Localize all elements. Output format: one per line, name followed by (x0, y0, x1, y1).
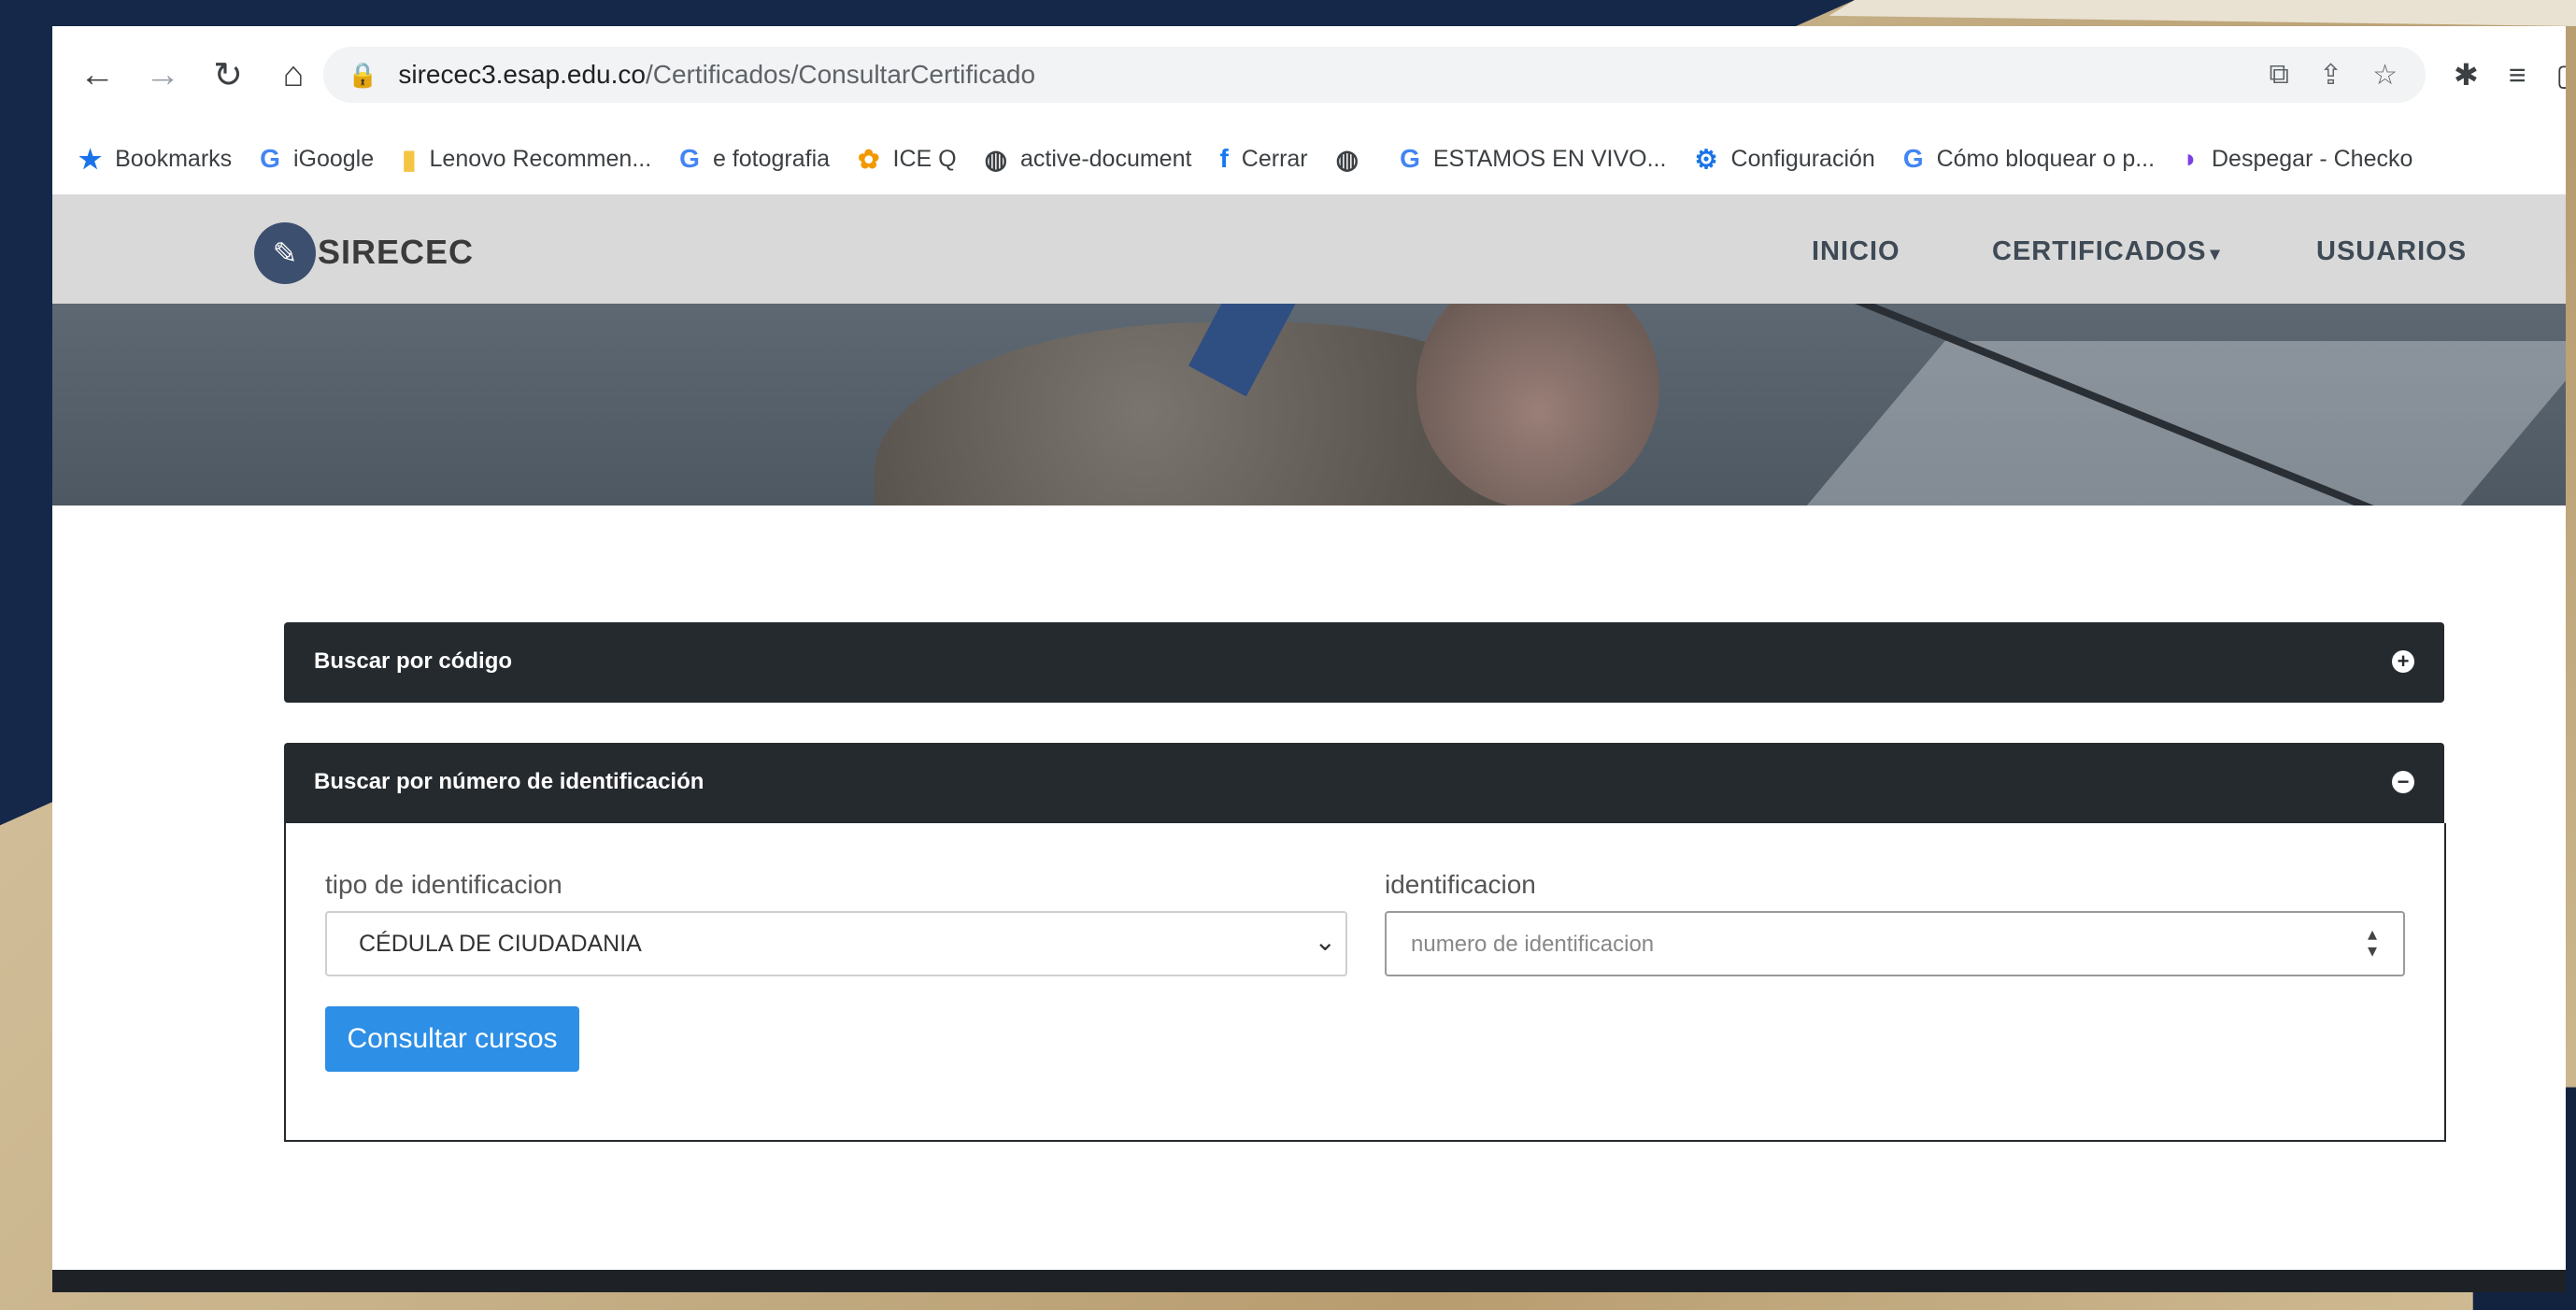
panel-buscar-codigo-header[interactable]: Buscar por código + (284, 622, 2444, 703)
star-icon: ★ (78, 144, 103, 174)
bookmarks-bar: ★ Bookmarks GiGoogle ▮ Lenovo Recommen... … (52, 123, 2566, 195)
panel-title: Buscar por número de identificación (314, 769, 704, 794)
site-header: ✎ SIRECEC INICIO CERTIFICADOS ▾ USUARIOS (52, 195, 2566, 304)
identificacion-label: identificacion (1385, 870, 1536, 899)
despegar-icon: ◗ (2183, 144, 2199, 173)
identificacion-input[interactable]: numero de identificacion ▴ ▾ (1385, 911, 2405, 976)
folder-icon: ▮ (402, 144, 417, 174)
bookmark-item[interactable]: Ge fotografia (679, 144, 830, 174)
address-bar-actions: ⧉ ⇪ ☆ (2270, 47, 2398, 103)
hero-paper (1803, 341, 2566, 505)
nav-usuarios[interactable]: USUARIOS (2316, 236, 2467, 267)
input-placeholder: numero de identificacion (1411, 932, 1655, 957)
consultar-cursos-button[interactable]: Consultar cursos (325, 1006, 579, 1072)
forward-icon[interactable]: → (136, 49, 189, 101)
url-text: sirecec3.esap.edu.co/Certificados/Consul… (398, 60, 1036, 89)
panel-buscar-identificacion-header[interactable]: Buscar por número de identificación − (284, 743, 2444, 823)
bookmark-item[interactable]: ◍ active-document (985, 144, 1192, 175)
tipo-identificacion-label: tipo de identificacion (325, 870, 562, 899)
lock-icon: 🔒 (348, 60, 378, 89)
flower-icon: ✿ (858, 144, 880, 174)
chevron-down-icon: ⌄ (1314, 927, 1336, 956)
nav-inicio[interactable]: INICIO (1812, 236, 1900, 267)
reload-icon[interactable]: ↻ (202, 49, 254, 101)
select-value: CÉDULA DE CIUDADANIA (359, 931, 642, 957)
bookmark-item[interactable]: ◗ Despegar - Checko (2183, 144, 2412, 174)
bookmark-item[interactable]: GiGoogle (260, 144, 374, 174)
panel-buscar-identificacion-body: tipo de identificacion identificacion CÉ… (284, 823, 2446, 1142)
site-logo[interactable]: SIRECEC (318, 233, 474, 272)
reading-list-icon[interactable]: ≡ (2509, 58, 2526, 93)
panel-title: Buscar por código (314, 648, 513, 674)
hero-face (1416, 304, 1659, 505)
minus-circle-icon[interactable]: − (2392, 771, 2414, 793)
main-content: Buscar por código + Buscar por número de… (52, 505, 2566, 1292)
google-icon: G (260, 144, 280, 173)
globe-icon: ◍ (984, 144, 1008, 174)
back-icon[interactable]: ← (71, 49, 123, 101)
tipo-identificacion-select[interactable]: CÉDULA DE CIUDADANIA ⌄ (325, 911, 1347, 976)
share-icon[interactable]: ⇪ (2319, 59, 2342, 92)
spinner-icon[interactable]: ▴ ▾ (2368, 925, 2377, 961)
bookmark-item[interactable]: ✿ ICE Q (858, 144, 957, 175)
hero-image (52, 304, 2566, 505)
bookmark-item[interactable]: ◍ (1336, 144, 1372, 175)
google-icon: G (1400, 144, 1420, 173)
plus-circle-icon[interactable]: + (2392, 650, 2414, 673)
side-panel-icon[interactable]: ▢ (2555, 57, 2566, 93)
gear-icon: ⚙ (1694, 144, 1718, 174)
translate-icon[interactable]: ⧉ (2270, 59, 2289, 91)
toolbar-right-icons: ✱ ≡ ▢ (2454, 47, 2566, 103)
nav-certificados[interactable]: CERTIFICADOS ▾ (1992, 236, 2221, 267)
browser-toolbar: ← → ↻ ⌂ 🔒 sirecec3.esap.edu.co/Certifica… (52, 26, 2566, 123)
google-icon: G (679, 144, 700, 173)
address-bar[interactable]: 🔒 sirecec3.esap.edu.co/Certificados/Cons… (323, 47, 2426, 103)
google-icon: G (1902, 144, 1924, 173)
extensions-icon[interactable]: ✱ (2454, 57, 2479, 93)
bookmark-item[interactable]: G ESTAMOS EN VIVO... (1400, 144, 1666, 174)
bookmark-item[interactable]: G Cómo bloquear o p... (1903, 144, 2155, 174)
pencil-icon[interactable]: ✎ (254, 222, 316, 284)
facebook-icon: f (1219, 144, 1229, 173)
bookmark-item[interactable]: ▮ Lenovo Recommen... (402, 144, 651, 175)
browser-window: ← → ↻ ⌂ 🔒 sirecec3.esap.edu.co/Certifica… (52, 26, 2566, 1292)
caret-down-icon: ▾ (2210, 244, 2221, 264)
bookmark-item[interactable]: f Cerrar (1219, 144, 1307, 174)
home-icon[interactable]: ⌂ (267, 49, 320, 101)
site-footer (52, 1270, 2566, 1292)
bookmark-item[interactable]: ★ Bookmarks (78, 144, 232, 175)
bookmark-star-icon[interactable]: ☆ (2372, 59, 2398, 92)
globe-icon: ◍ (1335, 144, 1359, 174)
bookmark-item[interactable]: ⚙ Configuración (1694, 144, 1874, 175)
